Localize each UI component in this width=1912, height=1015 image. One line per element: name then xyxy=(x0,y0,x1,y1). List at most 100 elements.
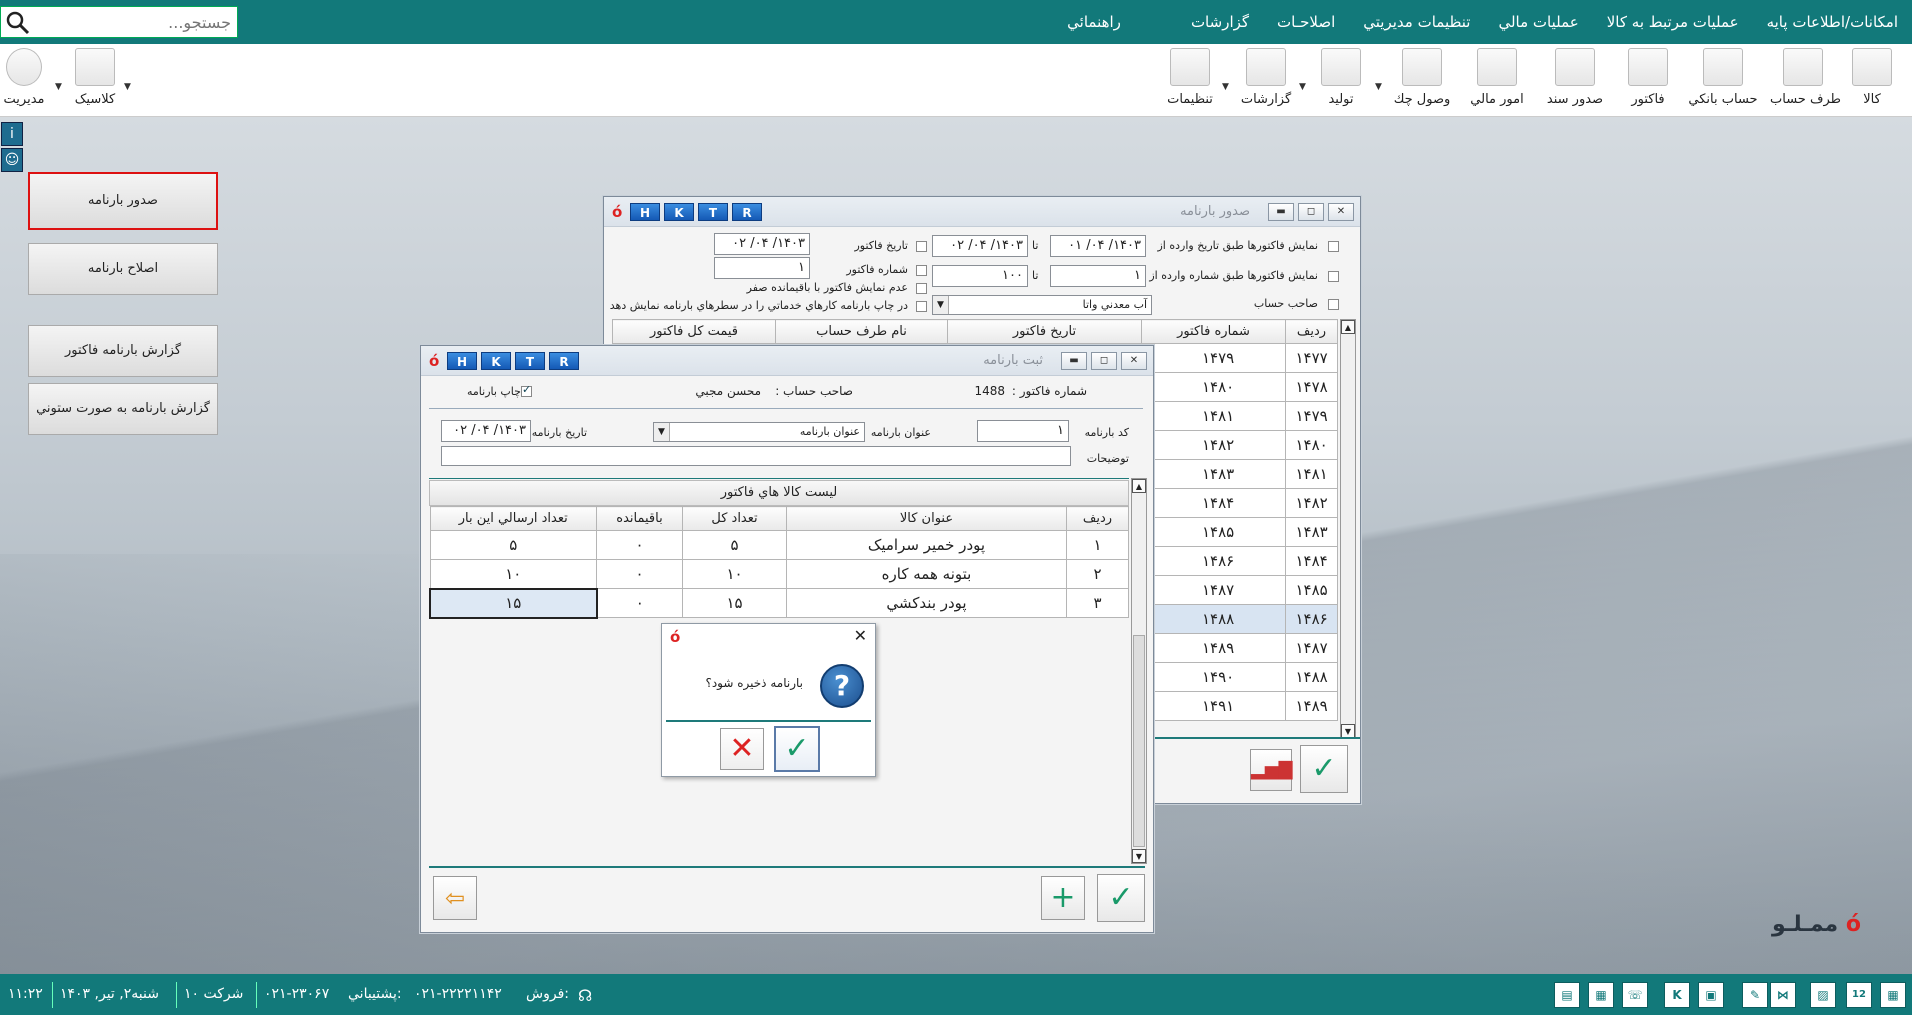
issue-waybill-button[interactable]: صدور بارنامه xyxy=(28,172,218,230)
date-to-field[interactable]: ۱۴۰۳/ ۰۴/ ۰۲ xyxy=(932,235,1028,257)
h-button[interactable]: H xyxy=(447,352,477,370)
k-icon[interactable]: K xyxy=(1664,982,1690,1008)
menu-admin-settings[interactable]: تنظيمات مديريتي xyxy=(1349,13,1484,31)
chevron-down-icon[interactable]: ▼ xyxy=(55,82,62,92)
goods-table-scrollbar[interactable]: ▲ ▼ xyxy=(1131,478,1147,864)
image-icon[interactable]: ▨ xyxy=(1810,982,1836,1008)
r-button[interactable]: R xyxy=(732,203,762,221)
chevron-down-icon[interactable]: ▼ xyxy=(1375,82,1382,92)
search-icon[interactable] xyxy=(5,10,31,36)
close-icon[interactable]: ✕ xyxy=(854,626,867,645)
confirm-no-button[interactable]: ✕ xyxy=(720,728,764,770)
confirm-button[interactable]: ✓ xyxy=(1300,745,1348,793)
minimize-icon[interactable]: ▬ xyxy=(1268,203,1294,221)
t-button[interactable]: T xyxy=(698,203,728,221)
waybill-column-report-button[interactable]: گزارش بارنامه به صورت ستوني xyxy=(28,383,218,435)
maximize-icon[interactable]: ◻ xyxy=(1091,352,1117,370)
scroll-thumb[interactable] xyxy=(1133,635,1145,847)
filter-date-checkbox[interactable] xyxy=(1328,241,1339,252)
maximize-icon[interactable]: ◻ xyxy=(1298,203,1324,221)
number-from-field[interactable]: ۱ xyxy=(1050,265,1146,287)
toolbar-finance[interactable]: امور مالي xyxy=(1468,48,1526,114)
exit-button[interactable]: ⇦ xyxy=(433,876,477,920)
toolbar-management[interactable]: مدیریت xyxy=(2,48,46,114)
invoice-number-field[interactable]: ۱ xyxy=(714,257,810,279)
toolbar-classic[interactable]: کلاسیک xyxy=(70,48,120,114)
r-button[interactable]: R xyxy=(549,352,579,370)
calendar-grid-icon[interactable]: ▦ xyxy=(1880,982,1906,1008)
table-row[interactable]: ۱۴۸۳ ۱۴۸۵ xyxy=(1149,517,1338,547)
menu-basic-info[interactable]: امکانات/اطلاعات پایه xyxy=(1753,13,1912,31)
table-row[interactable]: ۱۴۸۸ ۱۴۹۰ xyxy=(1149,662,1338,692)
toolbar-voucher[interactable]: صدور سند xyxy=(1546,48,1604,114)
invoice-number-checkbox[interactable] xyxy=(916,265,927,276)
waybill-invoice-report-button[interactable]: گزارش بارنامه فاکتور xyxy=(28,325,218,377)
chevron-down-icon[interactable]: ▼ xyxy=(124,82,131,92)
chart-report-button[interactable]: ▂▅▇ xyxy=(1250,749,1293,791)
waybill-code-field[interactable]: ۱ xyxy=(977,420,1069,442)
note-icon[interactable]: ✎ xyxy=(1742,982,1768,1008)
invoice-table-scrollbar[interactable]: ▲ ▼ xyxy=(1340,319,1356,739)
filter-number-checkbox[interactable] xyxy=(1328,271,1339,282)
k-button[interactable]: K xyxy=(481,352,511,370)
table-row[interactable]: ۱۴۷۷ ۱۴۷۹ xyxy=(1149,343,1338,373)
scroll-up-icon[interactable]: ▲ xyxy=(1341,320,1355,334)
menu-help[interactable]: راهنمائي xyxy=(1053,13,1137,31)
menu-reports[interactable]: گزارشات xyxy=(1177,13,1263,31)
table-row[interactable]: ۱۴۸۷ ۱۴۸۹ xyxy=(1149,633,1338,663)
date-from-field[interactable]: ۱۴۰۳/ ۰۴/ ۰۱ xyxy=(1050,235,1146,257)
invoice-date-field[interactable]: ۱۴۰۳/ ۰۴/ ۰۲ xyxy=(714,233,810,255)
scroll-down-icon[interactable]: ▼ xyxy=(1132,849,1146,863)
toolbar-goods[interactable]: کالا xyxy=(1848,48,1896,114)
owner-select[interactable]: ▼ آب معدني واتا xyxy=(932,295,1152,315)
table-row[interactable]: ۲ بتونه همه کاره ۱۰ ۰ ۱۰ xyxy=(429,559,1129,589)
clipboard-icon[interactable]: ▤ xyxy=(1554,982,1580,1008)
table-row[interactable]: ۱۴۷۹ ۱۴۸۱ xyxy=(1149,401,1338,431)
calendar-12-icon[interactable]: 12 xyxy=(1846,982,1872,1008)
chevron-down-icon[interactable]: ▼ xyxy=(1299,82,1306,92)
table-row[interactable]: ۱۴۷۸ ۱۴۸۰ xyxy=(1149,372,1338,402)
menu-financial-ops[interactable]: عملیات مالي xyxy=(1484,13,1592,31)
number-to-field[interactable]: ۱۰۰ xyxy=(932,265,1028,287)
table-row[interactable]: ۱۴۸۹ ۱۴۹۱ xyxy=(1149,691,1338,721)
search-input[interactable] xyxy=(39,7,235,37)
toolbar-settings[interactable]: تنظیمات xyxy=(1162,48,1218,114)
toolbar-account[interactable]: طرف حساب xyxy=(1770,48,1841,114)
calendar-icon[interactable]: ▦ xyxy=(1588,982,1614,1008)
toolbar-invoice[interactable]: فاکتور xyxy=(1622,48,1674,114)
menu-goods-ops[interactable]: عملیات مرتبط به کالا xyxy=(1593,13,1753,31)
toolbar-check-collect[interactable]: وصول چك xyxy=(1392,48,1452,114)
k-button[interactable]: K xyxy=(664,203,694,221)
table-row[interactable]: ۱۴۸۱ ۱۴۸۳ xyxy=(1149,459,1338,489)
calculator-icon[interactable]: ▣ xyxy=(1698,982,1724,1008)
print-waybill-checkbox[interactable] xyxy=(521,383,532,397)
waybill-title-select[interactable]: ▼ عنوان بارنامه xyxy=(653,422,865,442)
add-button[interactable]: + xyxy=(1041,876,1085,920)
waybill-date-field[interactable]: ۱۴۰۳/ ۰۴/ ۰۲ xyxy=(441,420,531,442)
owner-checkbox[interactable] xyxy=(1328,299,1339,310)
h-button[interactable]: H xyxy=(630,203,660,221)
save-button[interactable]: ✓ xyxy=(1097,874,1145,922)
table-row[interactable]: ۱ پودر خمیر سرامیک ۵ ۰ ۵ xyxy=(429,530,1129,560)
toolbar-bank-account[interactable]: حساب بانکي xyxy=(1688,48,1758,114)
table-row[interactable]: ۱۴۸۴ ۱۴۸۶ xyxy=(1149,546,1338,576)
chevron-down-icon[interactable]: ▼ xyxy=(1222,82,1229,92)
invoice-date-checkbox[interactable] xyxy=(916,241,927,252)
cell-send-qty[interactable]: ۱۰ xyxy=(429,559,597,589)
edit-waybill-button[interactable]: اصلاح بارنامه xyxy=(28,243,218,295)
phone-icon[interactable]: ☏ xyxy=(1622,982,1648,1008)
close-icon[interactable]: ✕ xyxy=(1328,203,1354,221)
table-row[interactable]: ۱۴۸۰ ۱۴۸۲ xyxy=(1149,430,1338,460)
scroll-up-icon[interactable]: ▲ xyxy=(1132,479,1146,493)
scroll-down-icon[interactable]: ▼ xyxy=(1341,724,1355,738)
cell-send-qty[interactable]: ۱۵ xyxy=(429,587,598,619)
table-row[interactable]: ۱۴۸۵ ۱۴۸۷ xyxy=(1149,575,1338,605)
toolbar-production[interactable]: تولید xyxy=(1316,48,1366,114)
table-row[interactable]: ۳ پودر بندکشي ۱۵ ۰ ۱۵ xyxy=(429,587,1129,619)
cell-send-qty[interactable]: ۵ xyxy=(429,530,597,560)
share-icon[interactable]: ⋈ xyxy=(1770,982,1796,1008)
minimize-icon[interactable]: ▬ xyxy=(1061,352,1087,370)
table-row[interactable]: ۱۴۸۲ ۱۴۸۴ xyxy=(1149,488,1338,518)
print-service-checkbox[interactable] xyxy=(916,301,927,312)
description-field[interactable] xyxy=(441,446,1071,466)
